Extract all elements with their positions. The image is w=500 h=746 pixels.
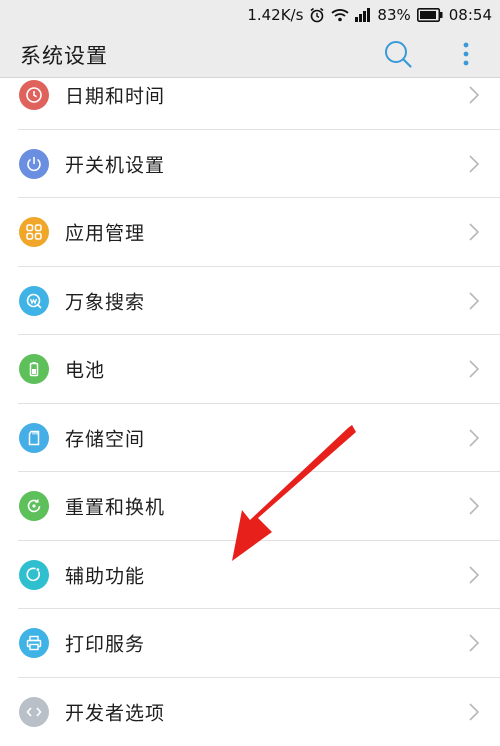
settings-item-label: 电池 (65, 356, 105, 383)
alarm-icon (309, 7, 325, 23)
settings-item-app-management[interactable]: 应用管理 (0, 198, 500, 267)
settings-item-label: 打印服务 (65, 630, 145, 657)
sd-card-icon (19, 423, 49, 453)
chevron-right-icon (468, 222, 480, 242)
settings-item-label: 辅助功能 (65, 561, 145, 588)
chevron-right-icon (468, 85, 480, 105)
settings-item-label: 开发者选项 (65, 698, 165, 725)
settings-item-label: 重置和换机 (65, 493, 165, 520)
battery-icon (19, 354, 49, 384)
battery-status-icon (417, 8, 443, 22)
developer-icon (19, 697, 49, 727)
chevron-right-icon (468, 702, 480, 722)
settings-item-battery[interactable]: 电池 (0, 335, 500, 404)
settings-item-print-service[interactable]: 打印服务 (0, 609, 500, 678)
printer-icon (19, 628, 49, 658)
settings-item-developer-options[interactable]: 开发者选项 (0, 678, 500, 746)
settings-item-label: 应用管理 (65, 219, 145, 246)
settings-list: 日期和时间 开关机设置 应用管理 万象搜索 电池 (0, 61, 500, 746)
status-bar: 1.42K/s 83% 08:54 (0, 0, 500, 30)
clock-icon (19, 80, 49, 110)
clock-time: 08:54 (449, 6, 492, 24)
search-w-icon (19, 286, 49, 316)
settings-item-storage[interactable]: 存储空间 (0, 404, 500, 473)
settings-item-label: 日期和时间 (65, 82, 165, 109)
chevron-right-icon (468, 359, 480, 379)
chevron-right-icon (468, 291, 480, 311)
settings-item-universal-search[interactable]: 万象搜索 (0, 267, 500, 336)
accessibility-icon (19, 560, 49, 590)
chevron-right-icon (468, 496, 480, 516)
settings-item-reset-migrate[interactable]: 重置和换机 (0, 472, 500, 541)
wifi-icon (331, 8, 349, 22)
chevron-right-icon (468, 565, 480, 585)
settings-item-label: 开关机设置 (65, 150, 165, 177)
power-icon (19, 149, 49, 179)
reset-icon (19, 491, 49, 521)
signal-icon (355, 8, 371, 22)
chevron-right-icon (468, 633, 480, 653)
settings-item-date-time[interactable]: 日期和时间 (0, 61, 500, 130)
battery-percent: 83% (377, 6, 410, 24)
settings-item-accessibility[interactable]: 辅助功能 (0, 541, 500, 610)
settings-item-power-schedule[interactable]: 开关机设置 (0, 130, 500, 199)
apps-grid-icon (19, 217, 49, 247)
settings-item-label: 存储空间 (65, 424, 145, 451)
chevron-right-icon (468, 428, 480, 448)
settings-item-label: 万象搜索 (65, 287, 145, 314)
network-speed: 1.42K/s (247, 6, 303, 24)
chevron-right-icon (468, 154, 480, 174)
